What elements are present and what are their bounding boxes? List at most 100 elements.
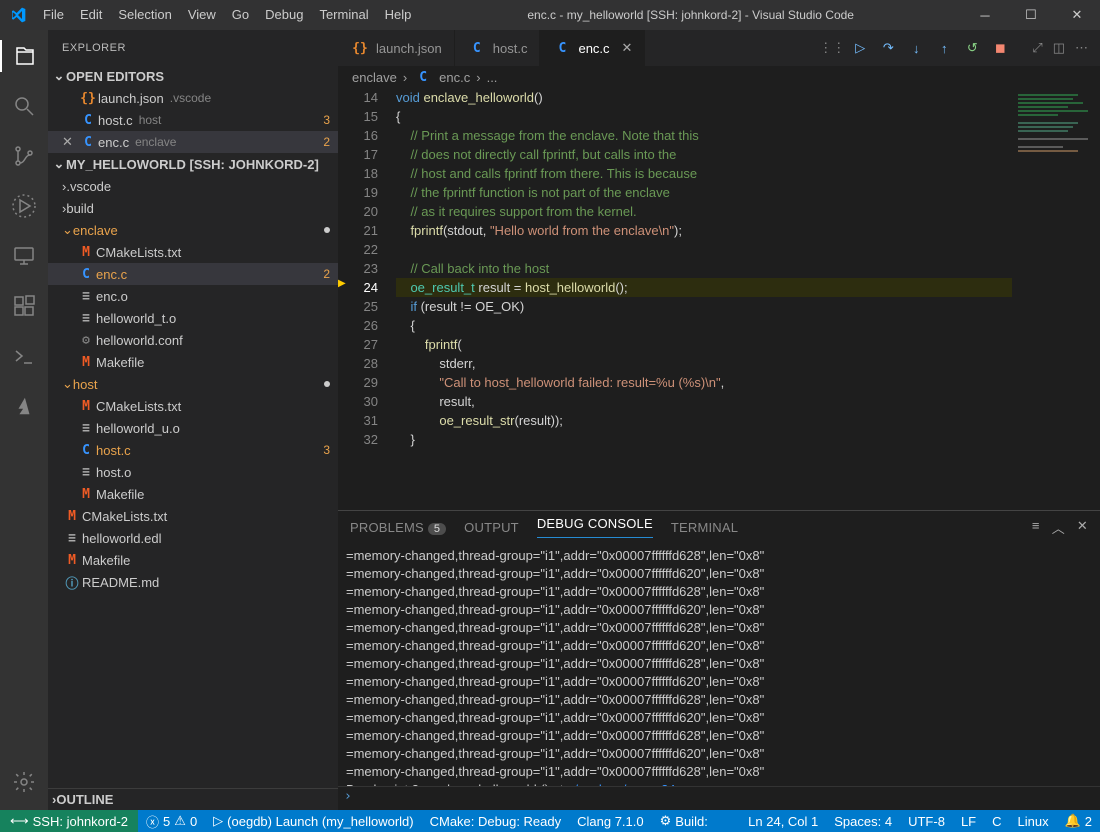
status-remote[interactable]: ⟷SSH: johnkord-2 (0, 810, 138, 832)
minimap[interactable] (1012, 88, 1100, 510)
file-makefile-3[interactable]: MMakefile (48, 549, 338, 571)
step-into-button[interactable]: ↓ (902, 34, 930, 62)
status-clang[interactable]: Clang 7.1.0 (569, 810, 652, 832)
status-debug-launch[interactable]: ▷(oegdb) Launch (my_helloworld) (205, 810, 421, 832)
menu-debug[interactable]: Debug (257, 0, 311, 30)
status-os[interactable]: Linux (1010, 810, 1057, 832)
file-makefile-1[interactable]: MMakefile (48, 351, 338, 373)
status-bar: ⟷SSH: johnkord-2 ⓧ5⚠0 ▷(oegdb) Launch (m… (0, 810, 1100, 832)
open-editor-host-c[interactable]: Chost.chost3 (48, 109, 338, 131)
title-bar: File Edit Selection View Go Debug Termin… (0, 0, 1100, 30)
file-readme[interactable]: ⓘREADME.md (48, 571, 338, 593)
terminal-panel-icon[interactable] (0, 340, 48, 372)
panel-tabs: PROBLEMS5 OUTPUT DEBUG CONSOLE TERMINAL … (338, 511, 1100, 543)
file-enc-c[interactable]: Cenc.c2 (48, 263, 338, 285)
folder-enclave[interactable]: ⌄enclave (48, 219, 338, 241)
restart-button[interactable]: ↺ (958, 34, 986, 62)
window-title: enc.c - my_helloworld [SSH: johnkord-2] … (419, 8, 962, 22)
outline-section[interactable]: ›OUTLINE (48, 788, 338, 810)
file-helloworld-edl[interactable]: ≡helloworld.edl (48, 527, 338, 549)
status-cursor[interactable]: Ln 24, Col 1 (740, 810, 826, 832)
file-host-c[interactable]: Chost.c3 (48, 439, 338, 461)
status-errors[interactable]: ⓧ5⚠0 (138, 810, 205, 832)
code-editor[interactable]: ▶ 14151617181920212223242526272829303132… (338, 88, 1100, 510)
activity-bar (0, 30, 48, 810)
status-eol[interactable]: LF (953, 810, 984, 832)
status-encoding[interactable]: UTF-8 (900, 810, 953, 832)
azure-icon[interactable] (0, 390, 48, 422)
breadcrumb[interactable]: enclave›Cenc.c›... (338, 66, 1100, 88)
editor-area: {}launch.json Chost.c Cenc.c✕ ⋮⋮ ▷ ↷ ↓ ↑… (338, 30, 1100, 810)
maximize-button[interactable]: ☐ (1008, 0, 1054, 30)
debug-console-output[interactable]: =memory-changed,thread-group="i1",addr="… (338, 543, 1100, 786)
status-language[interactable]: C (984, 810, 1009, 832)
menu-selection[interactable]: Selection (110, 0, 179, 30)
settings-gear-icon[interactable] (0, 766, 48, 798)
file-helloworld-u-o[interactable]: ≡helloworld_u.o (48, 417, 338, 439)
tab-enc-c[interactable]: Cenc.c✕ (540, 30, 645, 66)
more-actions-icon[interactable]: ⋯ (1075, 40, 1088, 56)
debug-console-input[interactable]: › (338, 786, 1100, 810)
close-panel-icon[interactable]: ✕ (1077, 518, 1088, 537)
split-editor-icon[interactable]: ◫ (1053, 40, 1065, 56)
step-out-button[interactable]: ↑ (930, 34, 958, 62)
folder-build[interactable]: ›build (48, 197, 338, 219)
debug-console-tab[interactable]: DEBUG CONSOLE (537, 516, 653, 538)
minimize-button[interactable]: ─ (962, 0, 1008, 30)
remote-explorer-icon[interactable] (0, 240, 48, 272)
editor-tabs: {}launch.json Chost.c Cenc.c✕ ⋮⋮ ▷ ↷ ↓ ↑… (338, 30, 1100, 66)
status-build[interactable]: ⚙Build: (652, 810, 716, 832)
status-spaces[interactable]: Spaces: 4 (826, 810, 900, 832)
debug-toolbar: ⋮⋮ ▷ ↷ ↓ ↑ ↺ ◼ (818, 30, 1020, 66)
filter-icon[interactable]: ≡ (1032, 518, 1040, 537)
collapse-panel-icon[interactable]: ︿ (1052, 518, 1065, 537)
open-editor-launch-json[interactable]: {}launch.json.vscode (48, 87, 338, 109)
problems-tab[interactable]: PROBLEMS5 (350, 520, 446, 535)
output-tab[interactable]: OUTPUT (464, 520, 519, 535)
file-makefile-2[interactable]: MMakefile (48, 483, 338, 505)
explorer-icon[interactable] (0, 40, 48, 72)
file-enc-o[interactable]: ≡enc.o (48, 285, 338, 307)
workspace-section[interactable]: ⌄MY_HELLOWORLD [SSH: JOHNKORD-2] (48, 153, 338, 175)
file-cmakelists-2[interactable]: MCMakeLists.txt (48, 395, 338, 417)
menu-help[interactable]: Help (377, 0, 420, 30)
stop-button[interactable]: ◼ (986, 34, 1014, 62)
folder-host[interactable]: ⌄host (48, 373, 338, 395)
menu-edit[interactable]: Edit (72, 0, 110, 30)
folder-vscode[interactable]: ›.vscode (48, 175, 338, 197)
code-content[interactable]: void enclave_helloworld() { // Print a m… (396, 88, 1012, 510)
status-notifications[interactable]: 🔔2 (1057, 810, 1100, 832)
compare-icon[interactable]: ⤢ (1032, 40, 1042, 56)
menu-view[interactable]: View (180, 0, 224, 30)
debug-icon[interactable] (0, 190, 48, 222)
status-cmake[interactable]: CMake: Debug: Ready (422, 810, 570, 832)
execution-pointer-icon: ▶ (338, 278, 346, 289)
bottom-panel: PROBLEMS5 OUTPUT DEBUG CONSOLE TERMINAL … (338, 510, 1100, 810)
menu-terminal[interactable]: Terminal (311, 0, 376, 30)
tab-host-c[interactable]: Chost.c (455, 30, 541, 66)
drag-handle-icon[interactable]: ⋮⋮ (818, 34, 846, 62)
open-editor-enc-c[interactable]: ✕Cenc.cenclave2 (48, 131, 338, 153)
sidebar-title: EXPLORER (48, 30, 338, 65)
file-helloworld-conf[interactable]: ⚙helloworld.conf (48, 329, 338, 351)
menu-bar: File Edit Selection View Go Debug Termin… (35, 0, 419, 30)
close-button[interactable]: ✕ (1054, 0, 1100, 30)
tab-close-icon[interactable]: ✕ (622, 40, 633, 56)
tab-launch-json[interactable]: {}launch.json (338, 30, 455, 66)
continue-button[interactable]: ▷ (846, 34, 874, 62)
line-gutter: 14151617181920212223242526272829303132 (338, 88, 396, 510)
file-tree: ›.vscode ›build ⌄enclave MCMakeLists.txt… (48, 175, 338, 788)
file-cmakelists-1[interactable]: MCMakeLists.txt (48, 241, 338, 263)
extensions-icon[interactable] (0, 290, 48, 322)
file-host-o[interactable]: ≡host.o (48, 461, 338, 483)
search-icon[interactable] (0, 90, 48, 122)
step-over-button[interactable]: ↷ (874, 34, 902, 62)
terminal-tab[interactable]: TERMINAL (671, 520, 738, 535)
menu-file[interactable]: File (35, 0, 72, 30)
file-cmakelists-3[interactable]: MCMakeLists.txt (48, 505, 338, 527)
sidebar: EXPLORER ⌄OPEN EDITORS {}launch.json.vsc… (48, 30, 338, 810)
open-editors-section[interactable]: ⌄OPEN EDITORS (48, 65, 338, 87)
menu-go[interactable]: Go (224, 0, 257, 30)
file-helloworld-t-o[interactable]: ≡helloworld_t.o (48, 307, 338, 329)
source-control-icon[interactable] (0, 140, 48, 172)
